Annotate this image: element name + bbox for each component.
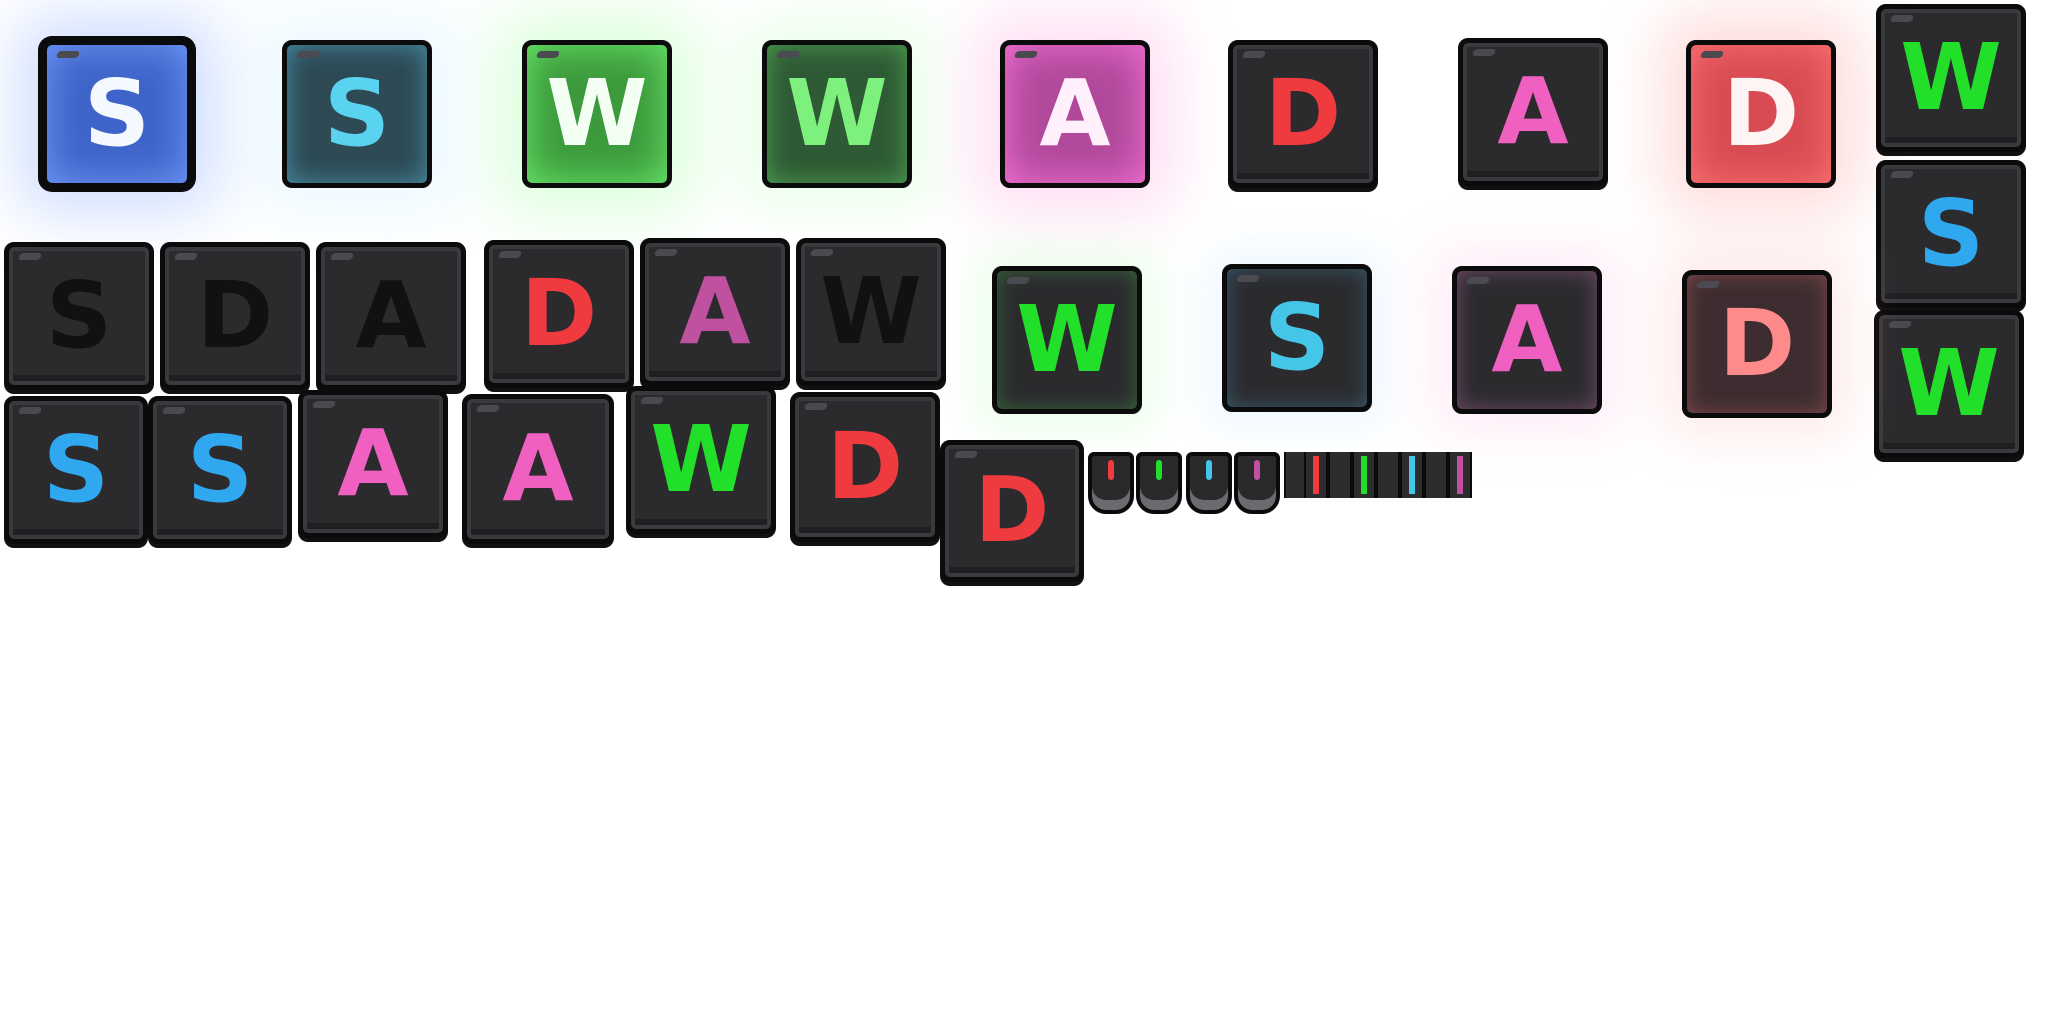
key-letter: A <box>502 415 574 522</box>
key-w-green-row2: W <box>992 266 1142 414</box>
key-w-green-glow: W <box>522 40 672 188</box>
key-letter: A <box>1039 60 1111 167</box>
slice-plain <box>1376 452 1400 498</box>
key-s-cyan: S <box>282 40 432 188</box>
key-a-black: A <box>316 242 466 390</box>
key-w-green-column-2: W <box>1874 310 2024 458</box>
key-letter: W <box>650 406 752 513</box>
key-letter: D <box>520 260 598 367</box>
key-s-black: S <box>4 242 154 390</box>
key-letter: D <box>196 262 274 369</box>
slice-magenta <box>1448 452 1472 498</box>
key-d-salmon-row2: D <box>1682 270 1832 418</box>
slice-green <box>1352 452 1376 498</box>
key-letter: S <box>323 60 391 167</box>
key-letter: D <box>1718 290 1796 397</box>
key-letter: W <box>786 60 888 167</box>
key-d-black: D <box>160 242 310 390</box>
key-a-pink: A <box>1458 38 1608 186</box>
key-letter: A <box>1491 286 1563 393</box>
mini-key-indicator <box>1206 460 1212 480</box>
key-letter: W <box>820 258 922 365</box>
key-letter: A <box>1497 58 1569 165</box>
key-a-pink-row3-2: A <box>462 394 614 544</box>
slice-plain <box>1328 452 1352 498</box>
key-letter: A <box>355 262 427 369</box>
key-letter: S <box>83 60 151 167</box>
key-letter: S <box>1917 180 1985 287</box>
slice-indicator <box>1409 456 1415 494</box>
key-letter: D <box>826 413 904 520</box>
slice-indicator <box>1457 456 1463 494</box>
key-d-red: D <box>1228 40 1378 188</box>
key-s-cyan-row2: S <box>1222 264 1372 412</box>
key-letter: S <box>42 416 110 523</box>
key-d-red-glow: D <box>1686 40 1836 188</box>
slice-indicator <box>1313 456 1319 494</box>
key-letter: W <box>1898 330 2000 437</box>
key-letter: A <box>679 258 751 365</box>
key-letter: S <box>1263 284 1331 391</box>
mini-key-indicator <box>1108 460 1114 480</box>
key-letter: W <box>1016 286 1118 393</box>
slice-cyan <box>1400 452 1424 498</box>
key-s-blue-column: S <box>1876 160 2026 308</box>
key-d-red-row2: D <box>484 240 634 388</box>
key-s-blue-row3-2: S <box>148 396 292 544</box>
mini-key-indicator <box>1254 460 1260 480</box>
key-letter: A <box>337 410 409 517</box>
slice-red <box>1304 452 1328 498</box>
key-d-red-single: D <box>940 440 1084 582</box>
mini-key-cyan <box>1186 452 1232 514</box>
key-letter: S <box>186 416 254 523</box>
key-w-green-column: W <box>1876 4 2026 152</box>
mini-key-red <box>1088 452 1134 514</box>
key-w-green: W <box>762 40 912 188</box>
key-d-red-row3: D <box>790 392 940 542</box>
key-a-pink-glow: A <box>1000 40 1150 188</box>
key-a-pink-row2: A <box>1452 266 1602 414</box>
key-letter: D <box>974 458 1050 563</box>
key-w-black: W <box>796 238 946 386</box>
key-s-blue-glow: S <box>42 40 192 188</box>
key-letter: W <box>1900 24 2002 131</box>
key-a-magenta: A <box>640 238 790 386</box>
key-s-blue-row3: S <box>4 396 148 544</box>
key-letter: W <box>546 60 648 167</box>
key-letter: D <box>1264 60 1342 167</box>
key-letter: S <box>45 262 113 369</box>
mini-key-indicator <box>1156 460 1162 480</box>
mini-key-magenta <box>1234 452 1280 514</box>
key-a-pink-row3: A <box>298 390 448 538</box>
mini-key-green <box>1136 452 1182 514</box>
key-w-green-row3: W <box>626 386 776 534</box>
key-letter: D <box>1722 60 1800 167</box>
slice-indicator <box>1361 456 1367 494</box>
slice-plain <box>1424 452 1448 498</box>
